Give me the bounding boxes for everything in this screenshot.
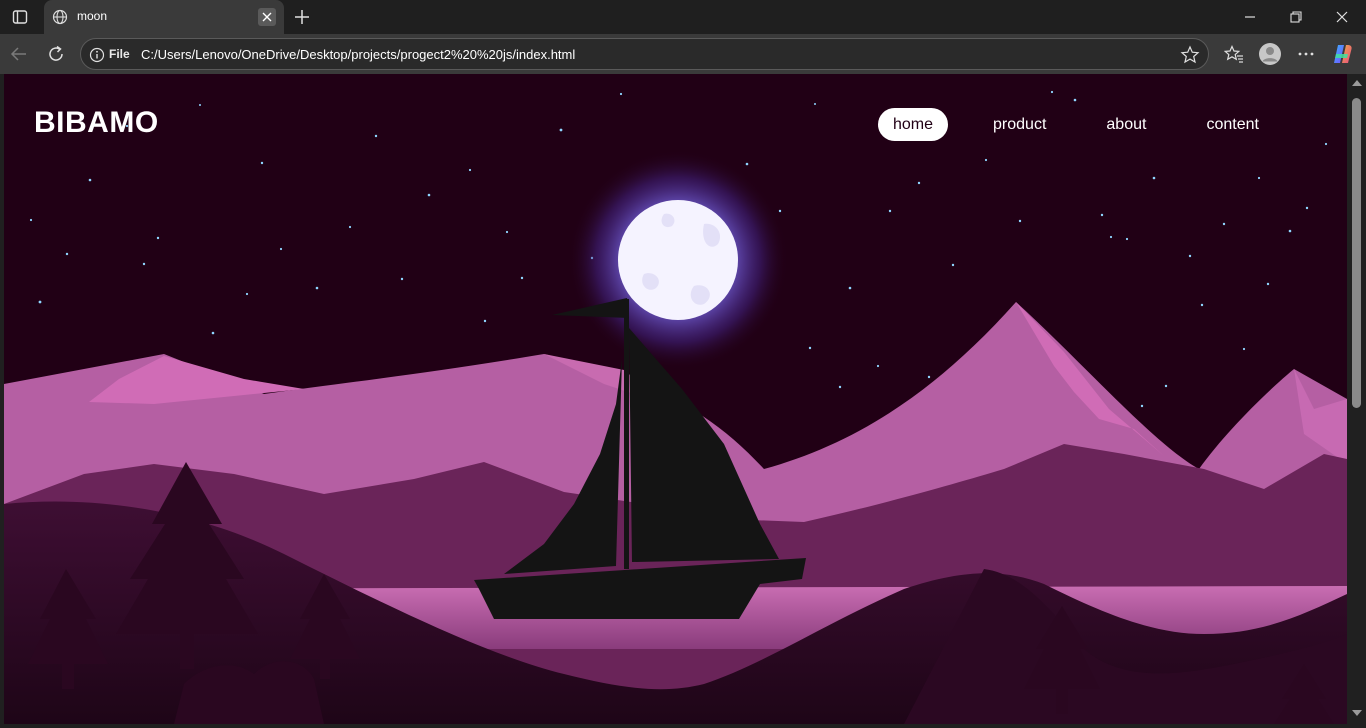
browser-toolbar: File C:/Users/Lenovo/OneDrive/Desktop/pr… [0,34,1366,74]
star-icon[interactable] [1180,45,1200,65]
nav-link-home[interactable]: home [878,108,949,141]
back-arrow-icon[interactable] [6,41,32,67]
scroll-thumb[interactable] [1352,98,1361,408]
reload-icon[interactable] [43,41,69,67]
window-close-icon[interactable] [1322,4,1362,30]
address-bar[interactable]: File C:/Users/Lenovo/OneDrive/Desktop/pr… [80,38,1209,70]
new-tab-plus-icon[interactable] [290,6,314,28]
scroll-up-arrow-icon[interactable] [1352,80,1362,86]
window-bottom-edge [0,724,1366,728]
scroll-down-arrow-icon[interactable] [1352,710,1362,716]
globe-icon [52,9,68,25]
nav-link-about[interactable]: about [1091,108,1161,141]
nav-link-product[interactable]: product [978,108,1061,141]
nav-link-content[interactable]: content [1191,108,1273,141]
tab-title: moon [77,9,108,23]
restore-icon[interactable] [1276,4,1316,30]
tab-close-icon[interactable] [258,8,276,26]
favorites-icon[interactable] [1222,42,1246,66]
address-scheme-label: File [109,47,130,61]
info-icon[interactable] [89,47,105,63]
moon [618,200,738,320]
title-bar: moon [0,0,1366,34]
address-url[interactable]: C:/Users/Lenovo/OneDrive/Desktop/project… [141,47,575,62]
browser-tab[interactable]: moon [44,0,284,34]
site-logo[interactable]: BIBAMO [34,106,159,140]
tab-actions-icon[interactable] [6,5,34,29]
minimize-icon[interactable] [1230,4,1270,30]
boat-mast [624,299,629,569]
copilot-icon[interactable] [1331,42,1355,66]
site-nav: home product about content [878,108,1289,141]
page-viewport: BIBAMO home product about content [4,74,1347,724]
vertical-scrollbar[interactable] [1347,74,1366,724]
more-icon[interactable] [1294,42,1318,66]
profile-icon[interactable] [1258,42,1282,66]
night-landscape-illustration [4,74,1347,724]
